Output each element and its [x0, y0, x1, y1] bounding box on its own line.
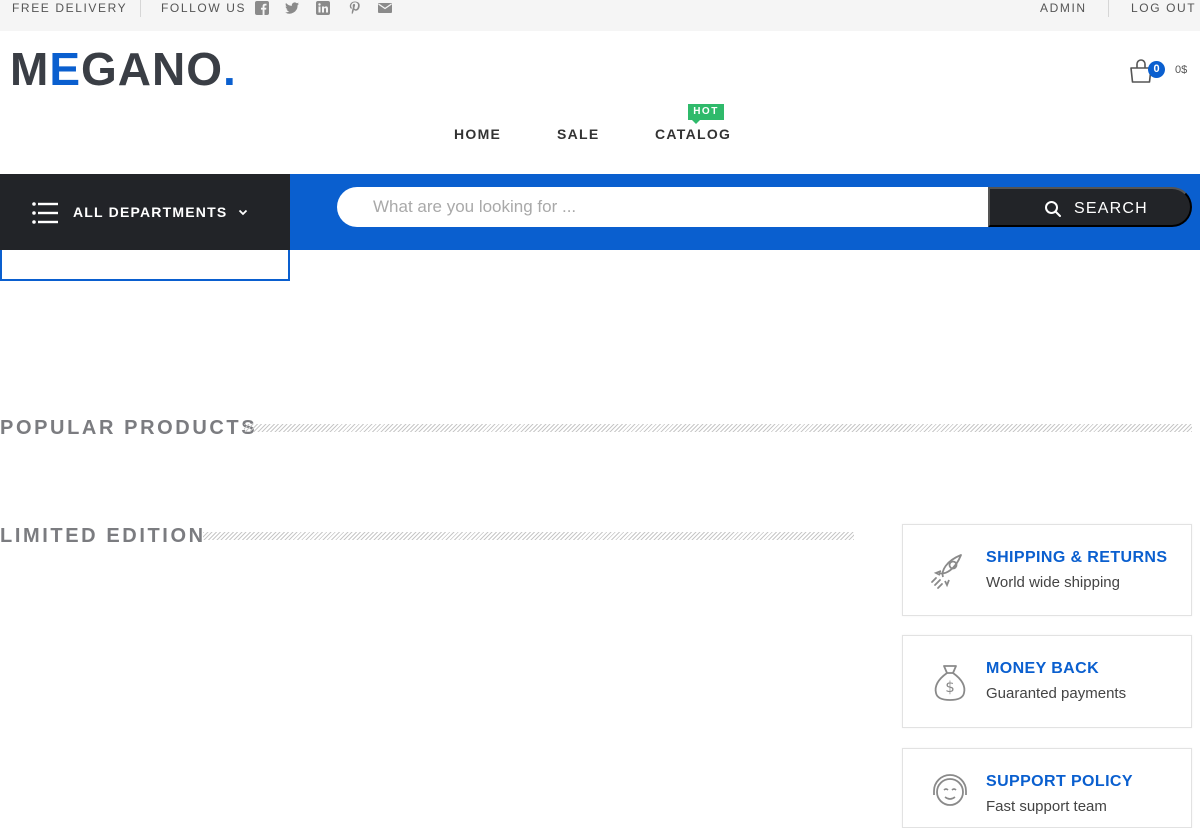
- cart-count-badge: 0: [1148, 61, 1165, 78]
- nav-catalog[interactable]: CATALOG: [655, 126, 731, 142]
- follow-us-text: FOLLOW US: [161, 1, 247, 15]
- logo-letter-e: E: [49, 43, 82, 95]
- site-logo[interactable]: MEGANO.: [10, 42, 237, 96]
- svg-text:$: $: [945, 678, 955, 696]
- rocket-icon: [927, 547, 973, 593]
- feature-title: MONEY BACK: [986, 660, 1100, 677]
- menu-list-icon: [32, 201, 58, 225]
- support-agent-icon: [927, 769, 973, 815]
- divider: [1108, 0, 1109, 17]
- admin-link[interactable]: ADMIN: [1040, 1, 1087, 15]
- top-bar: FREE DELIVERY FOLLOW US ADMIN LOG OUT: [0, 0, 1200, 31]
- search-button[interactable]: SEARCH: [988, 187, 1192, 227]
- all-departments-label: ALL DEPARTMENTS: [73, 204, 228, 220]
- logout-link[interactable]: LOG OUT: [1131, 1, 1196, 15]
- cart-total: 0$: [1175, 64, 1188, 76]
- departments-dropdown: [0, 250, 290, 281]
- feature-subtitle: World wide shipping: [986, 574, 1120, 591]
- logo-rest: GANO: [81, 43, 224, 95]
- email-icon[interactable]: [378, 1, 392, 15]
- feature-money-back: $ MONEY BACK Guaranted payments: [902, 635, 1192, 728]
- title-divider: [244, 424, 1192, 432]
- popular-products-title: POPULAR PRODUCTS: [0, 417, 258, 439]
- linkedin-icon[interactable]: [316, 1, 330, 15]
- search-button-label: SEARCH: [1074, 200, 1148, 217]
- logo-letter-m: M: [10, 43, 50, 95]
- nav-home[interactable]: HOME: [454, 126, 501, 142]
- facebook-icon[interactable]: [255, 1, 269, 15]
- free-delivery-text: FREE DELIVERY: [12, 1, 128, 15]
- feature-support: SUPPORT POLICY Fast support team: [902, 748, 1192, 828]
- money-bag-icon: $: [927, 658, 973, 704]
- chevron-down-icon: [237, 205, 249, 217]
- logo-dot: .: [223, 43, 237, 95]
- divider: [140, 0, 141, 17]
- feature-title: SUPPORT POLICY: [986, 773, 1133, 790]
- feature-subtitle: Guaranted payments: [986, 685, 1127, 702]
- pinterest-icon[interactable]: [348, 1, 362, 15]
- search-icon: [1045, 201, 1061, 217]
- feature-title: SHIPPING & RETURNS: [986, 549, 1168, 566]
- hot-badge: HOT: [688, 104, 724, 124]
- limited-edition-title: LIMITED EDITION: [0, 525, 206, 547]
- nav-sale[interactable]: SALE: [557, 126, 600, 142]
- twitter-icon[interactable]: [285, 1, 299, 15]
- title-divider: [203, 532, 854, 540]
- search-input[interactable]: [337, 187, 989, 227]
- feature-shipping: SHIPPING & RETURNS World wide shipping: [902, 524, 1192, 616]
